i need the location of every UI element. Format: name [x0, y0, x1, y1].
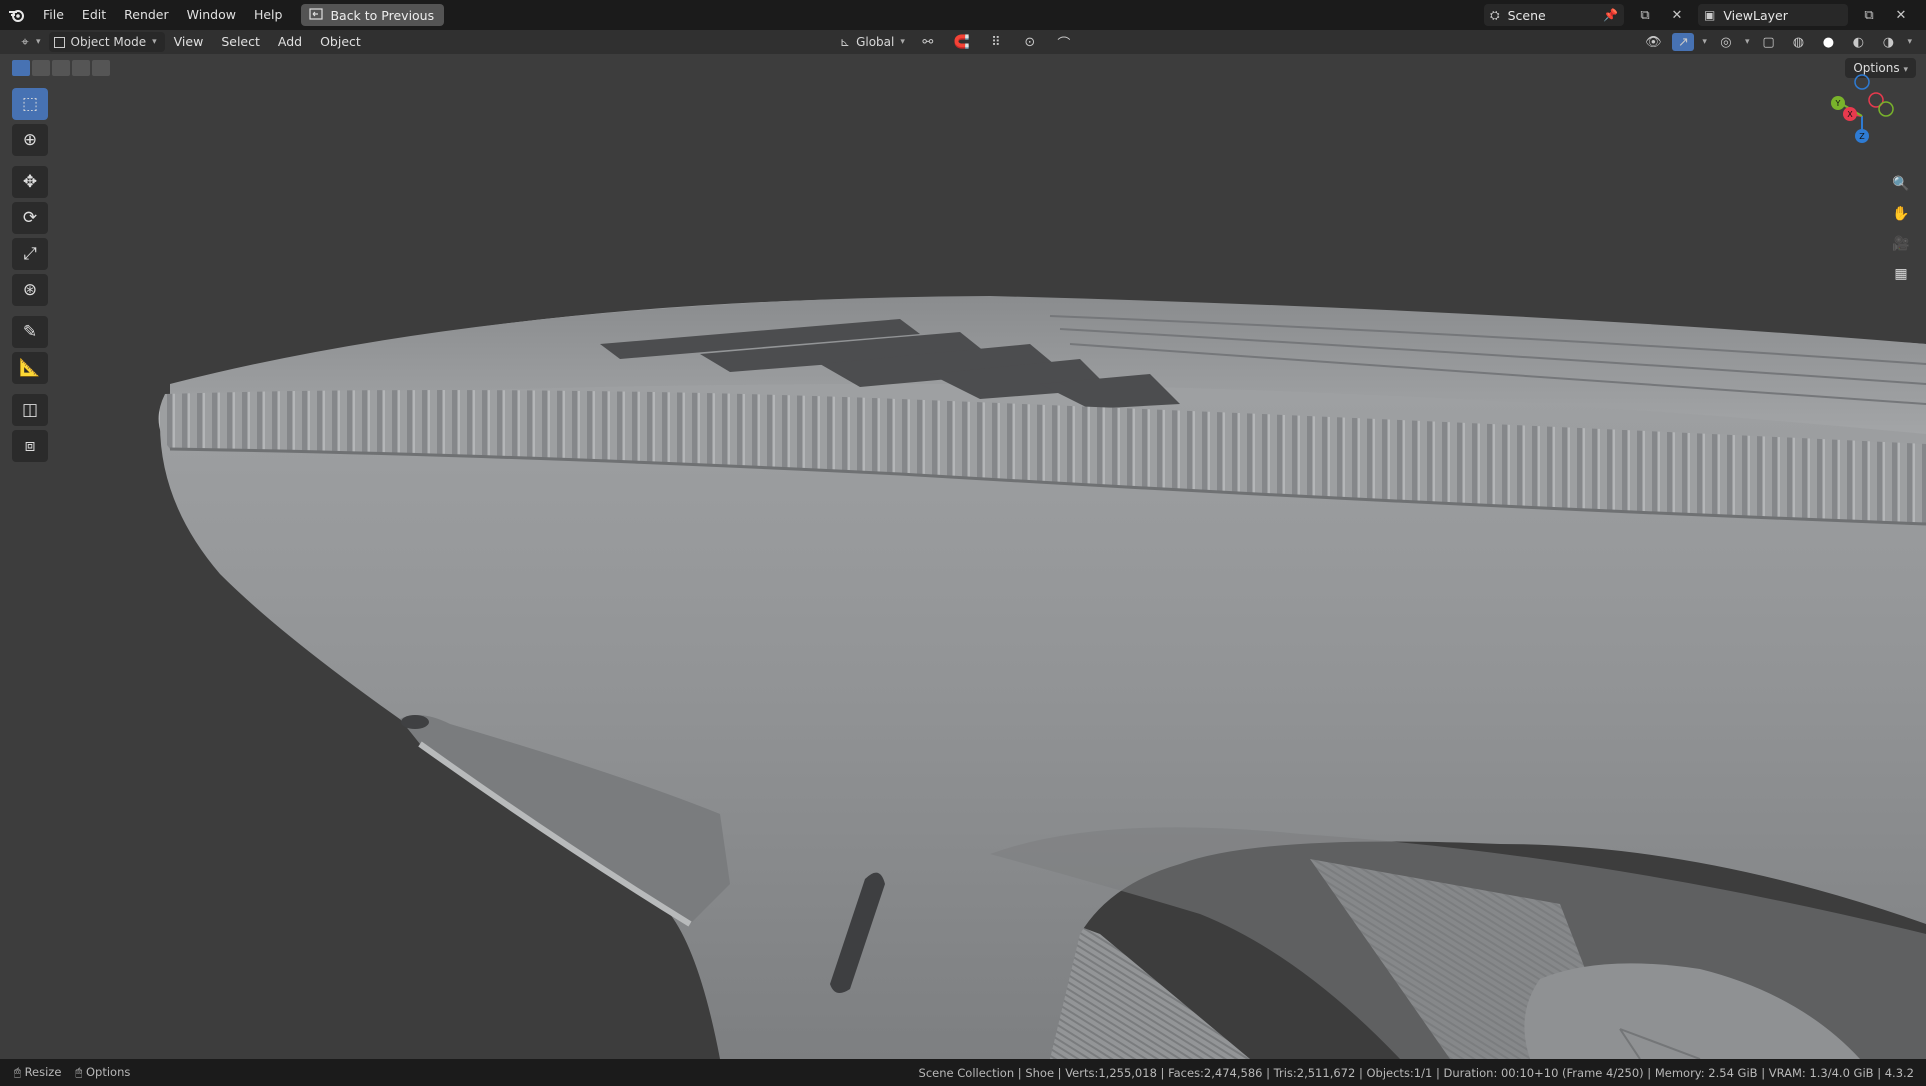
view-layer-name: ViewLayer — [1723, 7, 1788, 23]
transform-orientation-dropdown[interactable]: ⊾ Global ▾ — [840, 35, 905, 49]
rendered-shading-icon[interactable]: ◑ — [1877, 33, 1899, 51]
proportional-editing-icon[interactable]: ⊙ — [1019, 33, 1041, 51]
snap-target-icon[interactable]: ⠿ — [985, 33, 1007, 51]
zoom-icon[interactable]: 🔍 — [1888, 172, 1914, 196]
menu-window[interactable]: Window — [178, 0, 245, 30]
back-icon — [309, 7, 324, 23]
material-shading-icon[interactable]: ◐ — [1847, 33, 1869, 51]
delete-view-layer-icon[interactable]: ✕ — [1890, 6, 1912, 24]
menu-edit[interactable]: Edit — [73, 0, 115, 30]
options-label: Options — [1853, 61, 1900, 75]
chevron-down-icon: ▾ — [1907, 37, 1912, 47]
cursor-tool-icon[interactable]: ⊕ — [12, 124, 48, 156]
gizmo-toggle-icon[interactable]: ↗ — [1672, 33, 1695, 51]
chevron-down-icon: ▾ — [152, 37, 157, 47]
options-hint-label: Options — [85, 1065, 131, 1079]
navigation-buttons: 🔍 ✋ 🎥 ▦ — [1888, 172, 1914, 286]
selection-mode-buttons — [12, 60, 110, 76]
menu-select[interactable]: Select — [212, 30, 269, 54]
mode-dropdown[interactable]: Object Mode ▾ — [48, 32, 165, 52]
mouse-icon: 🖱 — [75, 1065, 83, 1079]
gizmo-y-label: Y — [1835, 99, 1841, 108]
mode-label: Object Mode — [70, 35, 147, 49]
tool-shelf: ⬚ ⊕ ✥ ⟳ ⤢ ⊛ ✎ 📐 ◫ ⧈ — [9, 88, 51, 466]
new-scene-icon[interactable]: ⧉ — [1634, 6, 1656, 24]
chevron-down-icon: ▾ — [36, 37, 41, 47]
annotate-tool-icon[interactable]: ✎ — [12, 316, 48, 348]
navigation-gizmo[interactable]: Y X Z — [1828, 74, 1908, 164]
perspective-grid-icon[interactable]: ▦ — [1888, 262, 1914, 286]
solid-shading-icon[interactable]: ● — [1817, 33, 1839, 51]
select-extend-icon[interactable] — [32, 60, 50, 76]
camera-view-icon[interactable]: 🎥 — [1888, 232, 1914, 256]
measure-tool-icon[interactable]: 📐 — [12, 352, 48, 384]
menu-view[interactable]: View — [165, 30, 213, 54]
delete-scene-icon[interactable]: ✕ — [1666, 6, 1688, 24]
chevron-down-icon: ▾ — [900, 37, 905, 47]
wireframe-shading-icon[interactable]: ◍ — [1787, 33, 1809, 51]
visibility-icon[interactable]: 👁 — [1642, 33, 1664, 51]
chevron-down-icon: ▾ — [1702, 37, 1707, 47]
move-tool-icon[interactable]: ✥ — [12, 166, 48, 198]
menu-help[interactable]: Help — [245, 0, 292, 30]
menu-render[interactable]: Render — [115, 0, 178, 30]
view-layer-selector[interactable]: ▣ ViewLayer — [1698, 4, 1848, 26]
extrude-tool-icon[interactable]: ⧈ — [12, 430, 48, 462]
rotate-tool-icon[interactable]: ⟳ — [12, 202, 48, 234]
view-layer-icon: ▣ — [1704, 8, 1716, 22]
scene-icon: ⛭ — [1490, 7, 1500, 22]
resize-hint: 🖱 Resize — [14, 1065, 61, 1080]
snap-icon[interactable]: 🧲 — [951, 33, 973, 51]
menu-add[interactable]: Add — [269, 30, 311, 54]
chevron-down-icon: ▾ — [1744, 37, 1750, 47]
shoe-model[interactable] — [0, 54, 1926, 1059]
select-box-tool-icon[interactable]: ⬚ — [12, 88, 48, 120]
orientation-label: Global — [856, 35, 895, 49]
menu-object[interactable]: Object — [311, 30, 370, 54]
viewport-header: ⌖ ▾ Object Mode ▾ View Select Add Object… — [0, 30, 1926, 54]
object-mode-icon — [53, 36, 65, 48]
gizmo-z-label: Z — [1859, 132, 1865, 141]
select-invert-icon[interactable] — [72, 60, 90, 76]
scene-selector[interactable]: ⛭ Scene 📌 — [1484, 4, 1624, 26]
top-menu-bar: File Edit Render Window Help Back to Pre… — [0, 0, 1926, 30]
select-intersect-icon[interactable] — [92, 60, 110, 76]
status-bar: 🖱 Resize 🖱 Options Scene Collection | Sh… — [0, 1059, 1926, 1086]
menu-file[interactable]: File — [34, 0, 73, 30]
overlays-icon[interactable]: ◎ — [1715, 33, 1737, 51]
scale-tool-icon[interactable]: ⤢ — [12, 238, 48, 270]
pivot-point-icon[interactable]: ⚯ — [917, 33, 939, 51]
falloff-icon[interactable]: ⌒ — [1053, 33, 1075, 52]
mouse-icon: 🖱 — [14, 1065, 21, 1079]
options-hint: 🖱 Options — [75, 1065, 130, 1080]
orientation-icon: ⊾ — [840, 35, 851, 49]
pin-icon[interactable]: 📌 — [1603, 8, 1618, 22]
select-new-icon[interactable] — [12, 60, 30, 76]
gizmo-x-label: X — [1847, 110, 1853, 119]
scene-statistics: Scene Collection | Shoe | Verts:1,255,01… — [918, 1065, 1914, 1080]
editor-type-icon[interactable]: ⌖ — [14, 33, 36, 51]
blender-logo-icon[interactable] — [0, 0, 34, 30]
3d-viewport[interactable]: Options ▾ ⬚ ⊕ ✥ ⟳ ⤢ ⊛ ✎ 📐 ◫ ⧈ Y X Z 🔍 ✋ … — [0, 54, 1926, 1059]
pan-hand-icon[interactable]: ✋ — [1888, 202, 1914, 226]
select-subtract-icon[interactable] — [52, 60, 70, 76]
scene-name: Scene — [1507, 7, 1546, 23]
xray-icon[interactable]: ▢ — [1757, 33, 1779, 51]
back-to-previous-label: Back to Previous — [330, 7, 435, 23]
new-view-layer-icon[interactable]: ⧉ — [1858, 6, 1880, 24]
back-to-previous-button[interactable]: Back to Previous — [301, 4, 445, 26]
transform-tool-icon[interactable]: ⊛ — [12, 274, 48, 306]
add-cube-tool-icon[interactable]: ◫ — [12, 394, 48, 426]
resize-label: Resize — [24, 1065, 62, 1079]
